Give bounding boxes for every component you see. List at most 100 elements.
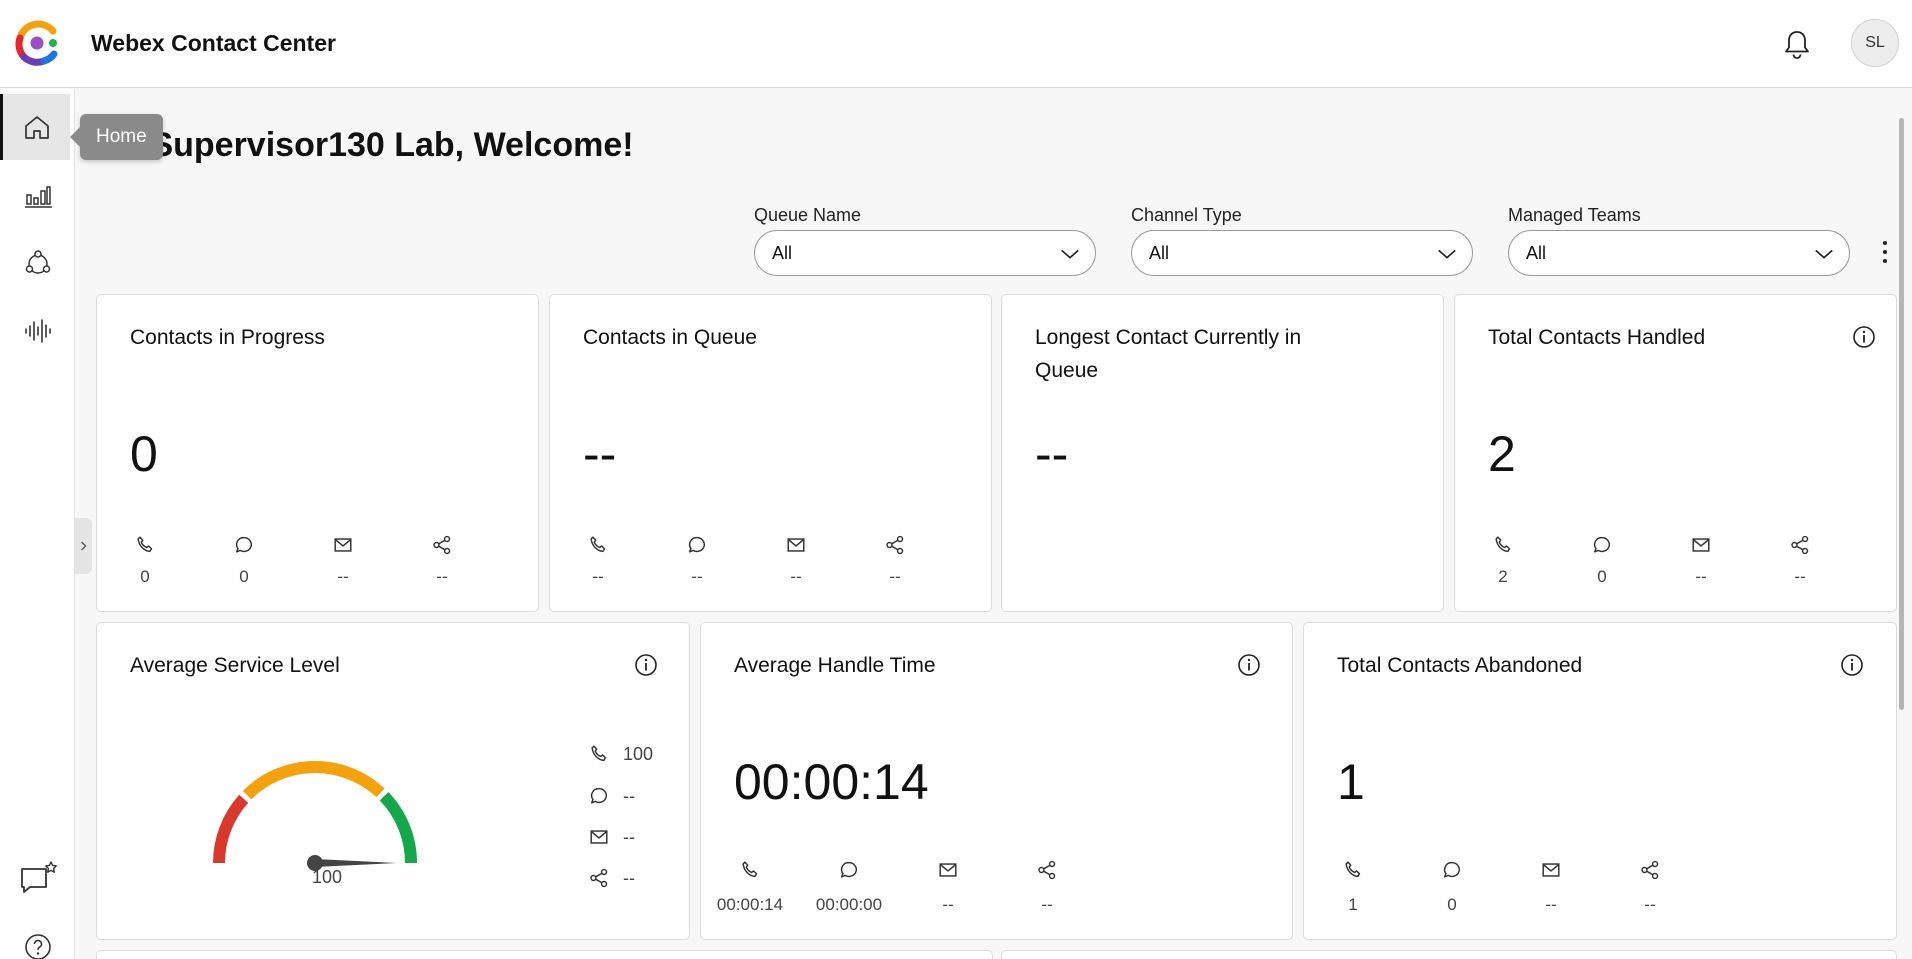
card-title: Contacts in Progress (130, 326, 325, 349)
sidebar-item-connections[interactable] (0, 230, 75, 296)
phone-icon (1342, 859, 1364, 881)
card-title: Contacts in Queue (583, 326, 757, 349)
phone-icon (1492, 534, 1514, 556)
gauge-segment-mid (242, 761, 385, 800)
phone-icon (588, 743, 610, 765)
metric-value: 00:00:14 (734, 754, 929, 810)
chat-star-icon (20, 861, 57, 893)
sidebar-item-help[interactable] (0, 914, 75, 959)
phone-count: 0 (140, 567, 150, 586)
phone-abandoned: 1 (1348, 895, 1358, 914)
chevron-down-icon (1059, 243, 1081, 265)
info-icon[interactable] (634, 653, 658, 677)
gauge-segment-low (213, 794, 249, 864)
bar-chart-icon (24, 186, 52, 208)
card-next-row-right (1001, 950, 1897, 959)
chat-icon (1591, 534, 1613, 556)
user-avatar[interactable]: SL (1851, 19, 1899, 67)
chat-handle-time: 00:00:00 (815, 895, 883, 914)
social-service-level: -- (623, 868, 635, 888)
card-title: Longest Contact Currently in Queue (1035, 326, 1302, 382)
metric-value: 1 (1337, 754, 1365, 810)
managed-teams-value: All (1526, 242, 1547, 263)
card-contacts-in-queue: Contacts in Queue -- -- -- -- -- (549, 294, 992, 612)
chat-abandoned: 0 (1447, 895, 1457, 914)
chat-icon (233, 534, 255, 556)
sidebar-expand-handle[interactable] (75, 518, 92, 574)
card-title: Total Contacts Abandoned (1337, 654, 1583, 677)
email-icon (588, 826, 610, 848)
social-count: -- (1794, 567, 1806, 586)
chat-icon (1441, 859, 1463, 881)
more-options-button[interactable] (1878, 238, 1892, 266)
info-icon[interactable] (1852, 325, 1876, 349)
sidebar-item-recordings[interactable] (0, 298, 75, 364)
queue-name-value: All (772, 242, 793, 263)
phone-count: -- (592, 567, 604, 586)
card-title: Average Service Level (130, 654, 340, 677)
card-total-contacts-handled: Total Contacts Handled 2 2 0 -- -- (1454, 294, 1897, 612)
channel-type-value: All (1149, 242, 1170, 263)
metric-value: -- (1035, 426, 1069, 482)
phone-icon (739, 859, 761, 881)
channel-type-label: Channel Type (1131, 205, 1242, 225)
email-service-level: -- (623, 827, 635, 847)
chat-icon (838, 859, 860, 881)
email-icon (785, 534, 807, 556)
social-share-icon (1789, 534, 1811, 556)
sidebar-item-feedback[interactable] (0, 846, 75, 912)
social-share-icon (431, 534, 453, 556)
card-contacts-in-progress: Contacts in Progress 0 0 0 -- -- (96, 294, 539, 612)
email-icon (1690, 534, 1712, 556)
chevron-down-icon (1813, 243, 1835, 265)
chat-icon (686, 534, 708, 556)
email-abandoned: -- (1545, 895, 1557, 914)
welcome-heading: Hi Supervisor130 Lab, Welcome! (107, 126, 634, 164)
email-count: -- (1695, 567, 1707, 586)
social-count: -- (436, 567, 448, 586)
social-share-icon (1639, 859, 1661, 881)
webex-logo-icon[interactable] (14, 20, 60, 66)
phone-count: 2 (1498, 567, 1508, 586)
card-longest-contact-in-queue: Longest Contact Currently in Queue -- (1001, 294, 1444, 612)
metric-value: 2 (1488, 426, 1516, 482)
info-icon[interactable] (1237, 653, 1261, 677)
email-count: -- (790, 567, 802, 586)
gauge-needle (315, 859, 397, 867)
app-title: Webex Contact Center (91, 30, 336, 56)
card-average-handle-time: Average Handle Time 00:00:14 00:00:14 00… (700, 622, 1293, 940)
email-icon (332, 534, 354, 556)
notification-bell-icon[interactable] (1782, 28, 1812, 60)
phone-service-level: 100 (623, 744, 654, 764)
card-average-service-level: Average Service Level 100 100 -- -- -- (96, 622, 690, 940)
queue-name-select[interactable]: All (754, 230, 1096, 276)
email-icon (937, 859, 959, 881)
sidebar-item-home[interactable] (0, 94, 70, 160)
sidebar (0, 89, 75, 959)
metric-value: 0 (130, 426, 158, 482)
phone-icon (134, 534, 156, 556)
channel-type-select[interactable]: All (1131, 230, 1473, 276)
chevron-right-icon (80, 541, 87, 551)
card-total-contacts-abandoned: Total Contacts Abandoned 1 1 0 -- -- (1303, 622, 1897, 940)
social-share-icon (884, 534, 906, 556)
email-icon (1540, 859, 1562, 881)
social-handle-time: -- (1041, 895, 1053, 914)
gauge-segment-high (379, 792, 418, 864)
sidebar-item-analytics[interactable] (0, 162, 75, 228)
phone-icon (587, 534, 609, 556)
audio-wave-icon (24, 319, 51, 343)
top-bar: Webex Contact Center SL (0, 0, 1912, 88)
card-title: Total Contacts Handled (1488, 326, 1706, 349)
chat-count: 0 (1597, 567, 1607, 586)
social-share-icon (588, 867, 610, 889)
email-handle-time: -- (942, 895, 954, 914)
queue-name-label: Queue Name (754, 205, 862, 225)
chevron-down-icon (1436, 243, 1458, 265)
info-icon[interactable] (1840, 653, 1864, 677)
managed-teams-label: Managed Teams (1508, 205, 1641, 225)
vertical-scrollbar[interactable] (1899, 118, 1904, 710)
metric-value: -- (583, 426, 617, 482)
managed-teams-select[interactable]: All (1508, 230, 1850, 276)
social-count: -- (889, 567, 901, 586)
